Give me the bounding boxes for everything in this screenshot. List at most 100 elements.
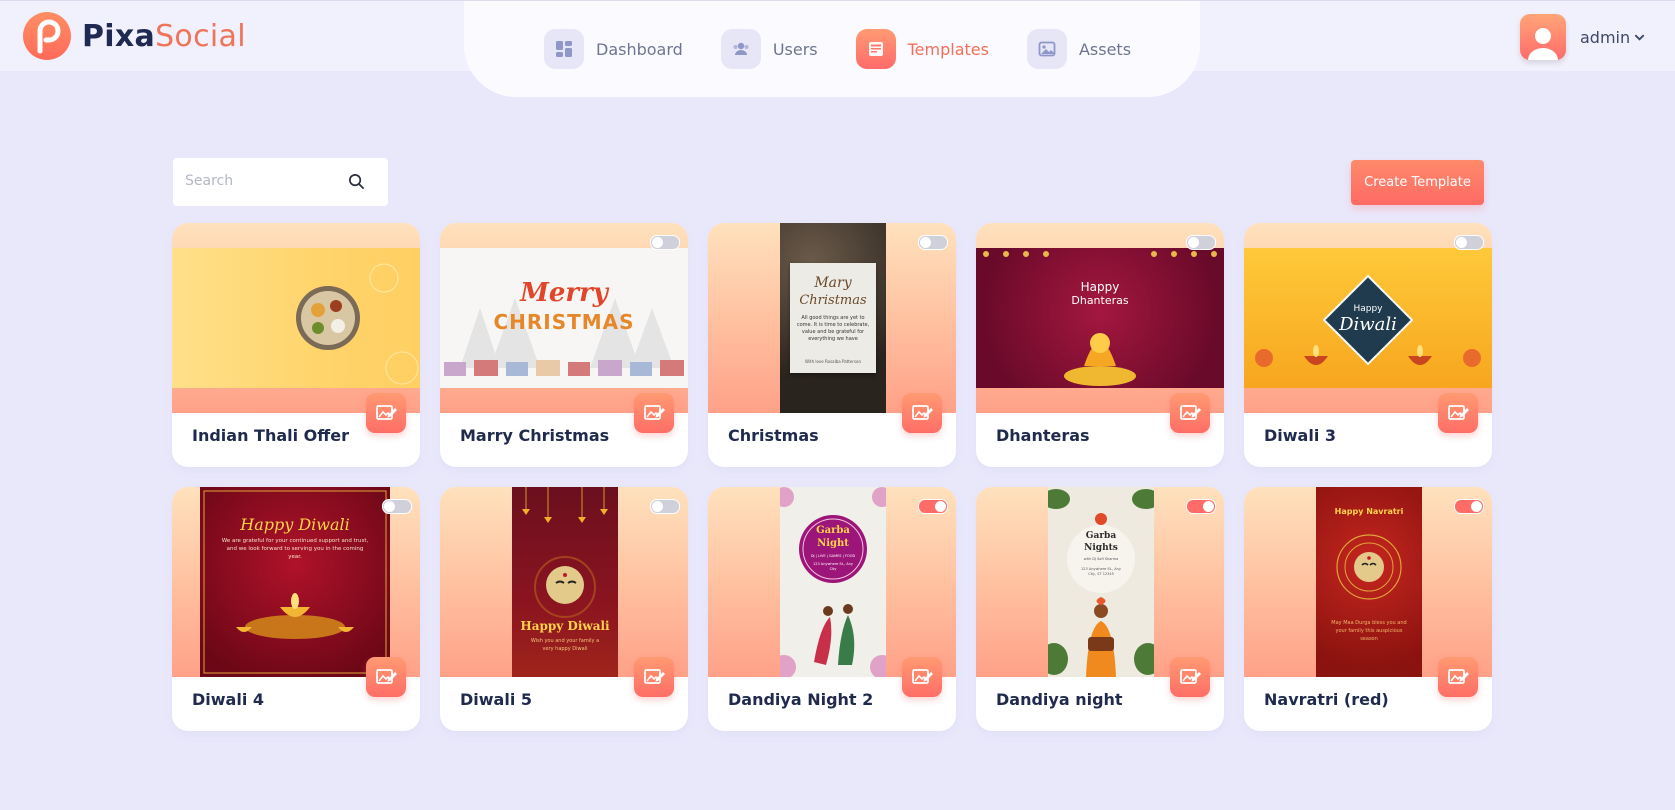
preview-text: Nights: [1084, 543, 1118, 553]
template-toggle[interactable]: [918, 235, 948, 250]
template-toggle[interactable]: [1454, 235, 1484, 250]
edit-template-button[interactable]: [1438, 393, 1478, 433]
brand-logo[interactable]: PixaSocial: [22, 11, 246, 61]
template-card[interactable]: Garba Night DJ | LIVE | GAMES | FOOD 123…: [708, 487, 956, 731]
template-preview-image: Happy Dhanteras: [976, 248, 1224, 388]
edit-template-button[interactable]: [902, 393, 942, 433]
create-template-button[interactable]: Create Template: [1351, 160, 1484, 205]
preview-text: Happy Diwali: [240, 515, 350, 534]
template-thumbnail[interactable]: Happy Diwali We are grateful for your co…: [172, 487, 420, 677]
template-toggle[interactable]: [650, 235, 680, 250]
top-bar: PixaSocial Dashboard Users Templates Ass…: [0, 0, 1675, 97]
preview-text: May Maa Durga bless you and your family …: [1331, 620, 1407, 642]
preview-text: Merry: [520, 278, 608, 308]
user-name: admin: [1580, 27, 1631, 47]
brand-name: PixaSocial: [82, 18, 246, 54]
template-card[interactable]: Happy Diwali Wish you and your family a …: [440, 487, 688, 731]
main-nav: Dashboard Users Templates Assets: [464, 1, 1200, 97]
edit-template-button[interactable]: [634, 393, 674, 433]
assets-icon: [1026, 29, 1067, 69]
template-thumbnail[interactable]: Happy Dhanteras: [976, 223, 1224, 413]
template-preview-image: Merry CHRISTMAS: [440, 248, 688, 388]
template-toggle[interactable]: [650, 499, 680, 514]
edit-image-icon: [1180, 405, 1201, 420]
template-thumbnail[interactable]: Happy Navratri May Maa Durga bless you a…: [1244, 487, 1492, 677]
nav-users[interactable]: Users: [720, 29, 818, 69]
template-title: Dandiya Night 2: [728, 690, 874, 709]
template-title: Indian Thali Offer: [192, 426, 349, 445]
template-toggle[interactable]: [918, 499, 948, 514]
edit-image-icon: [1448, 669, 1469, 684]
nav-label: Users: [772, 39, 818, 59]
user-menu[interactable]: admin: [1520, 14, 1645, 60]
preview-text: CHRISTMAS: [493, 310, 635, 334]
edit-template-button[interactable]: [902, 657, 942, 697]
edit-template-button[interactable]: [634, 657, 674, 697]
preview-text: Dhanteras: [1071, 294, 1129, 307]
preview-text: Diwali: [1339, 314, 1397, 335]
template-thumbnail[interactable]: Merry CHRISTMAS: [440, 223, 688, 413]
template-title: Dandiya night: [996, 690, 1123, 709]
template-thumbnail[interactable]: Happy Diwali: [1244, 223, 1492, 413]
template-preview-image: Garba Nights with DJ Sofi Sharma 123 Any…: [1048, 487, 1154, 677]
edit-template-button[interactable]: [1438, 657, 1478, 697]
search-icon[interactable]: [348, 173, 365, 190]
template-title: Marry Christmas: [460, 426, 610, 445]
edit-image-icon: [376, 405, 397, 420]
template-title: Dhanteras: [996, 426, 1090, 445]
edit-image-icon: [1448, 405, 1469, 420]
template-card[interactable]: Indian Thali Offer: [172, 223, 420, 467]
preview-text: Wish you and your family a very happy Di…: [530, 638, 600, 652]
preview-text: With love Rosalba Patterson: [805, 359, 861, 364]
nav-label: Templates: [907, 39, 989, 59]
preview-text: Garba: [1085, 531, 1117, 541]
template-card[interactable]: Happy Diwali Diwali 3: [1244, 223, 1492, 467]
template-title: Navratri (red): [1264, 690, 1389, 709]
search-input[interactable]: [183, 172, 347, 190]
edit-template-button[interactable]: [1170, 393, 1210, 433]
preview-text: All good things are yet to come. It is t…: [796, 315, 870, 342]
template-card[interactable]: Mary Christmas All good things are yet t…: [708, 223, 956, 467]
preview-text: Happy Navratri: [1334, 507, 1404, 516]
nav-templates[interactable]: Templates: [855, 29, 989, 69]
template-preview-image: Garba Night DJ | LIVE | GAMES | FOOD 123…: [780, 487, 886, 677]
template-thumbnail[interactable]: Happy Diwali Wish you and your family a …: [440, 487, 688, 677]
template-thumbnail[interactable]: Garba Nights with DJ Sofi Sharma 123 Any…: [976, 487, 1224, 677]
template-toggle[interactable]: [382, 499, 412, 514]
nav-assets[interactable]: Assets: [1026, 29, 1131, 69]
template-preview-image: Happy Navratri May Maa Durga bless you a…: [1316, 487, 1422, 677]
template-card[interactable]: Merry CHRISTMAS Marry Christmas: [440, 223, 688, 467]
template-preview-image: [172, 248, 420, 388]
template-thumbnail[interactable]: Mary Christmas All good things are yet t…: [708, 223, 956, 413]
template-toggle[interactable]: [1454, 499, 1484, 514]
preview-text: DJ | LIVE | GAMES | FOOD: [810, 554, 856, 558]
edit-template-button[interactable]: [1170, 657, 1210, 697]
preview-text: 123 Anywhere St., Any City: [813, 562, 853, 571]
template-card[interactable]: Happy Diwali We are grateful for your co…: [172, 487, 420, 731]
nav-dashboard[interactable]: Dashboard: [544, 29, 683, 69]
template-card[interactable]: Happy Dhanteras Dhanteras: [976, 223, 1224, 467]
edit-image-icon: [912, 669, 933, 684]
preview-text: Christmas: [799, 293, 867, 308]
dashboard-icon: [544, 29, 584, 69]
template-toggle[interactable]: [1186, 235, 1216, 250]
edit-image-icon: [912, 405, 933, 420]
template-thumbnail[interactable]: [172, 223, 420, 413]
edit-template-button[interactable]: [366, 393, 406, 433]
template-preview-image: Mary Christmas All good things are yet t…: [780, 223, 886, 413]
preview-text: Night: [817, 538, 849, 549]
template-title: Christmas: [728, 426, 819, 445]
preview-text: with DJ Sofi Sharma: [1083, 557, 1119, 561]
template-thumbnail[interactable]: Garba Night DJ | LIVE | GAMES | FOOD 123…: [708, 487, 956, 677]
template-card[interactable]: Garba Nights with DJ Sofi Sharma 123 Any…: [976, 487, 1224, 731]
edit-template-button[interactable]: [366, 657, 406, 697]
template-toggle[interactable]: [1186, 499, 1216, 514]
template-preview-image: Happy Diwali We are grateful for your co…: [200, 487, 390, 677]
chevron-down-icon: [1635, 34, 1645, 41]
edit-image-icon: [376, 669, 397, 684]
template-title: Diwali 3: [1264, 426, 1337, 445]
template-title: Diwali 5: [460, 690, 533, 709]
template-card[interactable]: Happy Navratri May Maa Durga bless you a…: [1244, 487, 1492, 731]
templates-icon: [855, 29, 896, 69]
search-box: [173, 158, 388, 206]
